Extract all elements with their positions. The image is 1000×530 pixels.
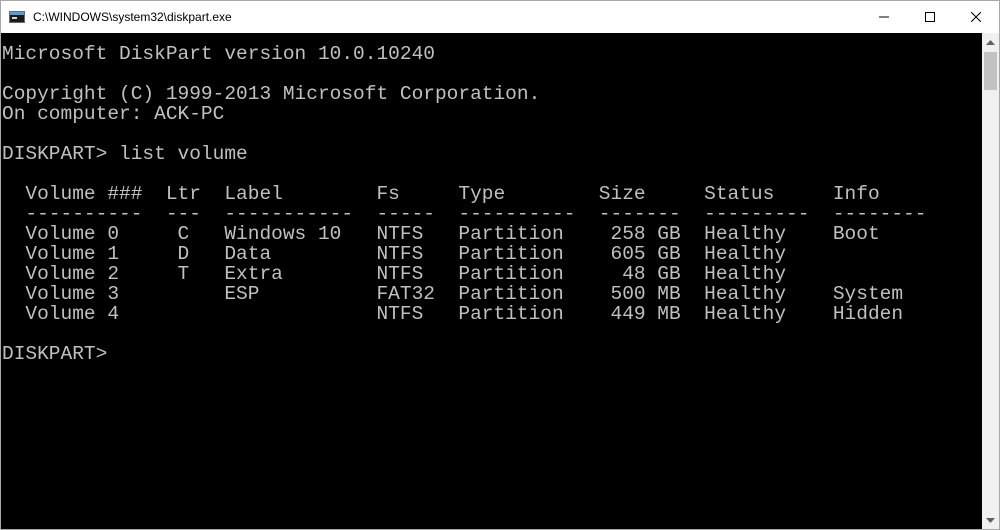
console-line: DISKPART>	[2, 343, 120, 365]
window-title: C:\WINDOWS\system32\diskpart.exe	[33, 10, 232, 24]
console-line: Volume 4 NTFS Partition 449 MB Healthy H…	[2, 303, 904, 325]
maximize-button[interactable]	[907, 1, 953, 33]
console-line: DISKPART> list volume	[2, 143, 248, 165]
console-window: C:\WINDOWS\system32\diskpart.exe Microso…	[0, 0, 1000, 530]
scroll-up-button[interactable]	[982, 33, 999, 50]
close-icon	[971, 12, 981, 22]
console-text: Microsoft DiskPart version 10.0.10240 Co…	[1, 33, 982, 364]
close-button[interactable]	[953, 1, 999, 33]
console-line: Volume 0 C Windows 10 NTFS Partition 258…	[2, 223, 880, 245]
window-controls	[861, 1, 999, 33]
title-bar[interactable]: C:\WINDOWS\system32\diskpart.exe	[1, 1, 999, 33]
minimize-icon	[879, 16, 889, 18]
scroll-up-arrow-icon	[986, 39, 995, 45]
console-line: Copyright (C) 1999-2013 Microsoft Corpor…	[2, 83, 541, 105]
console-line: Volume 2 T Extra NTFS Partition 48 GB He…	[2, 263, 787, 285]
console-line: Microsoft DiskPart version 10.0.10240	[2, 43, 435, 65]
console-line: On computer: ACK-PC	[2, 103, 225, 125]
console-line: Volume ### Ltr Label Fs Type Size Status…	[2, 183, 880, 205]
console-line: Volume 1 D Data NTFS Partition 605 GB He…	[2, 243, 787, 265]
console-line: Volume 3 ESP FAT32 Partition 500 MB Heal…	[2, 283, 904, 305]
scroll-down-arrow-icon	[986, 517, 995, 523]
maximize-icon	[925, 12, 935, 22]
console-output-area[interactable]: Microsoft DiskPart version 10.0.10240 Co…	[1, 33, 982, 529]
console-app-icon	[9, 11, 25, 23]
minimize-button[interactable]	[861, 1, 907, 33]
console-line: ---------- --- ----------- ----- -------…	[2, 203, 927, 225]
scroll-down-button[interactable]	[982, 512, 999, 529]
vertical-scrollbar[interactable]	[982, 33, 999, 529]
scroll-thumb[interactable]	[984, 52, 997, 90]
